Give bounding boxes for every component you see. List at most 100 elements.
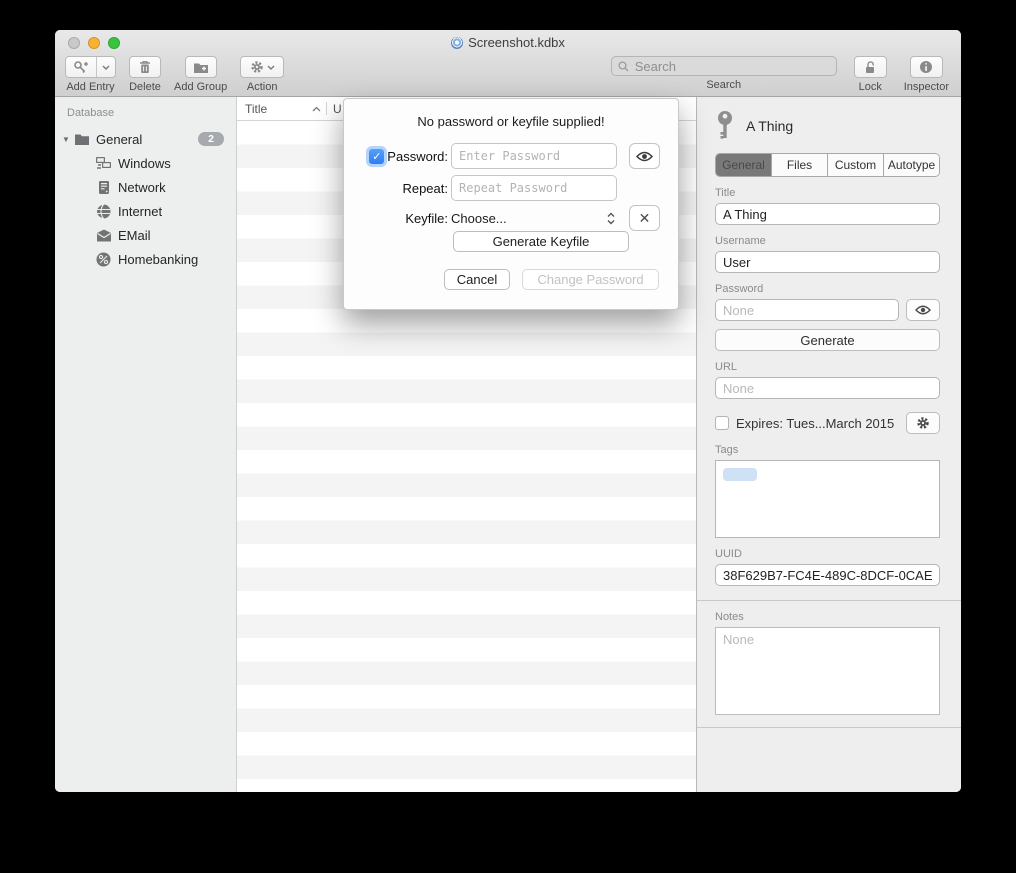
sidebar-item-label: Homebanking: [118, 252, 198, 267]
generate-password-button[interactable]: Generate: [715, 329, 940, 351]
action-button[interactable]: [240, 56, 284, 78]
dialog-message: No password or keyfile supplied!: [344, 114, 678, 129]
internet-icon: [95, 203, 112, 219]
entry-title: A Thing: [746, 118, 793, 134]
inspector-tool: Inspector: [904, 56, 949, 93]
folder-icon: [73, 131, 90, 147]
uuid-field[interactable]: [715, 564, 940, 586]
search-input[interactable]: [633, 58, 830, 75]
inspector-button[interactable]: [910, 56, 943, 78]
toolbar-left: Add Entry Delete Add Group: [65, 56, 284, 93]
group-count-badge: 2: [198, 132, 224, 146]
add-entry-button[interactable]: [65, 56, 116, 78]
notes-field[interactable]: [715, 627, 940, 715]
dialog-actions: Cancel Change Password: [444, 269, 659, 290]
search-tool: Search: [611, 56, 837, 91]
lock-button[interactable]: [854, 56, 887, 78]
tab-files[interactable]: Files: [772, 154, 828, 176]
title-column-label: Title: [245, 102, 267, 116]
column-header-title[interactable]: Title: [237, 102, 326, 116]
action-label: Action: [247, 81, 278, 93]
lock-tool: Lock: [854, 56, 887, 93]
email-icon: [95, 227, 112, 243]
password-field-label: Password: [715, 283, 940, 295]
divider: [697, 600, 961, 601]
password-field[interactable]: [715, 299, 899, 321]
title-field[interactable]: [715, 203, 940, 225]
keyfile-row: Keyfile: Choose... ✕: [344, 205, 660, 231]
add-entry-tool: Add Entry: [65, 56, 116, 93]
keyfile-popup[interactable]: Choose...: [451, 205, 617, 231]
window-title: Screenshot.kdbx: [468, 35, 565, 50]
change-password-dialog: No password or keyfile supplied! ✓ Passw…: [343, 98, 679, 310]
repeat-row: Repeat:: [344, 175, 617, 201]
expires-settings-button[interactable]: [906, 412, 940, 434]
expires-row: Expires: Tues...March 2015: [715, 412, 940, 434]
clear-keyfile-button[interactable]: ✕: [629, 205, 660, 231]
tags-field[interactable]: [715, 460, 940, 538]
password-label: Password:: [387, 149, 448, 164]
sidebar-header: Database: [55, 107, 236, 119]
url-field-label: URL: [715, 361, 940, 373]
unlocked-padlock-icon: [864, 60, 877, 74]
repeat-label: Repeat:: [402, 181, 448, 196]
username-field[interactable]: [715, 251, 940, 273]
repeat-password-input[interactable]: [451, 175, 617, 201]
app-window: Screenshot.kdbx Add Entry: [55, 30, 961, 792]
sidebar-group-label: General: [96, 132, 142, 147]
uuid-label: UUID: [715, 548, 940, 560]
trash-icon: [139, 60, 151, 74]
info-icon: [919, 60, 933, 74]
eye-icon: [636, 151, 653, 162]
inspector-panel: A Thing General Files Custom Autotype Ti…: [696, 97, 961, 792]
sidebar-item-internet[interactable]: Internet: [55, 199, 236, 223]
add-group-button[interactable]: [185, 56, 217, 78]
reveal-password-button[interactable]: [906, 299, 940, 321]
enter-password-input[interactable]: [451, 143, 617, 169]
window-title-area: Screenshot.kdbx: [55, 35, 961, 50]
add-entry-dropdown[interactable]: [97, 57, 115, 77]
gear-icon: [250, 60, 264, 74]
password-checkbox[interactable]: ✓: [369, 149, 384, 164]
window-header: Screenshot.kdbx Add Entry: [55, 30, 961, 97]
tab-custom[interactable]: Custom: [828, 154, 884, 176]
key-icon: [715, 110, 735, 142]
delete-button[interactable]: [129, 56, 161, 78]
homebanking-icon: [95, 251, 112, 267]
add-group-label: Add Group: [174, 81, 227, 93]
delete-label: Delete: [129, 81, 161, 93]
key-plus-icon: [66, 57, 97, 77]
keyfile-label: Keyfile:: [405, 211, 448, 226]
notes-label: Notes: [715, 611, 940, 623]
tab-autotype[interactable]: Autotype: [884, 154, 939, 176]
sidebar-item-general[interactable]: ▼ General 2: [55, 127, 236, 151]
expires-label: Expires: Tues...March 2015: [736, 416, 894, 431]
disclosure-triangle-icon[interactable]: ▼: [59, 135, 73, 144]
sidebar-item-label: EMail: [118, 228, 151, 243]
eye-icon: [915, 305, 931, 315]
add-entry-label: Add Entry: [66, 81, 114, 93]
column-header-username[interactable]: U: [327, 102, 342, 116]
sidebar-item-label: Windows: [118, 156, 171, 171]
reveal-password-button[interactable]: [629, 143, 660, 169]
gear-icon: [916, 416, 930, 430]
windows-icon: [95, 155, 112, 171]
expires-checkbox[interactable]: [715, 416, 729, 430]
tag-pill[interactable]: [723, 468, 757, 481]
generate-keyfile-button[interactable]: Generate Keyfile: [453, 231, 629, 252]
document-icon: [451, 37, 463, 49]
sidebar-item-label: Internet: [118, 204, 162, 219]
cancel-button[interactable]: Cancel: [444, 269, 510, 290]
tab-general[interactable]: General: [716, 154, 772, 176]
url-field[interactable]: [715, 377, 940, 399]
search-field[interactable]: [611, 56, 837, 76]
search-icon: [618, 61, 629, 72]
sidebar-item-network[interactable]: Network: [55, 175, 236, 199]
divider: [697, 727, 961, 728]
stepper-icon: [607, 212, 615, 225]
add-group-tool: Add Group: [174, 56, 227, 93]
change-password-button[interactable]: Change Password: [522, 269, 659, 290]
sidebar-item-windows[interactable]: Windows: [55, 151, 236, 175]
sidebar-item-email[interactable]: EMail: [55, 223, 236, 247]
sidebar-item-homebanking[interactable]: Homebanking: [55, 247, 236, 271]
